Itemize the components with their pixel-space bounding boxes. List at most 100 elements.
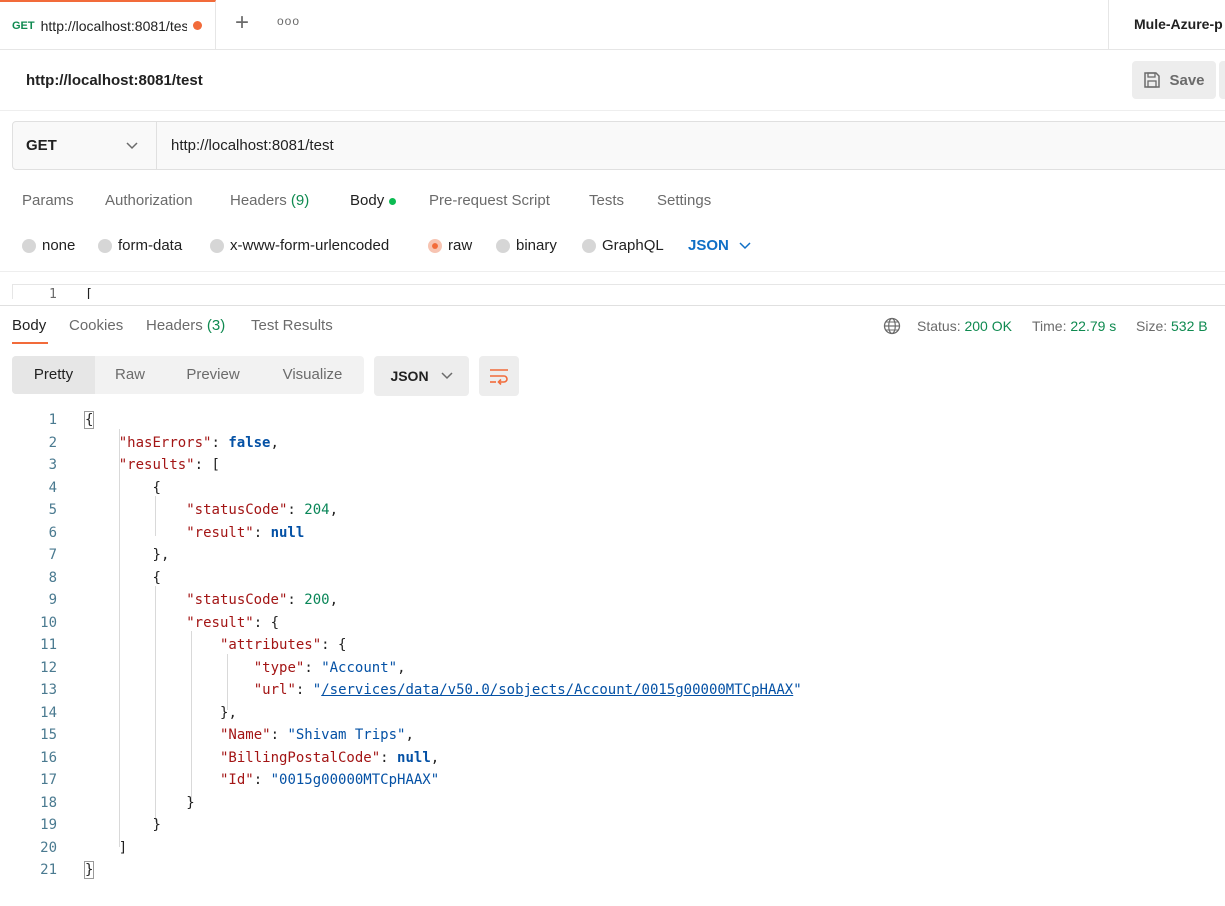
tab-authorization[interactable]: Authorization [105, 192, 193, 209]
radio-icon [22, 238, 36, 253]
body-mode-none[interactable]: none [22, 237, 75, 254]
request-tab[interactable]: GET http://localhost:8081/test [0, 0, 216, 49]
code-text: ] [118, 839, 128, 856]
line-number: 7 [48, 547, 57, 563]
more-tabs-icon[interactable]: ooo [277, 14, 300, 28]
save-button[interactable]: Save [1132, 61, 1216, 99]
view-preview[interactable]: Preview [165, 356, 261, 394]
tab-params[interactable]: Params [22, 192, 74, 209]
radio-icon [210, 238, 224, 253]
body-mode-binary[interactable]: binary [496, 237, 557, 254]
response-tab-body[interactable]: Body [12, 317, 46, 334]
code-line: 15 "Name": "Shivam Trips", [0, 724, 1225, 746]
tab-body[interactable]: Body [350, 192, 397, 209]
request-tab-title: http://localhost:8081/test [40, 17, 187, 34]
code-text: }, [152, 547, 170, 563]
code-text: "results": [ [118, 457, 220, 473]
code-line: 12 "type": "Account", [0, 657, 1225, 679]
code-line: 7 }, [0, 544, 1225, 566]
code-line: 21} [0, 859, 1225, 881]
code-line: 10 "result": { [0, 612, 1225, 634]
line-number: 1 [48, 412, 57, 428]
radio-selected-icon [428, 238, 442, 253]
code-line: 11 "attributes": { [0, 634, 1225, 656]
line-number: 5 [48, 502, 57, 518]
code-text: } [186, 794, 195, 811]
wrap-lines-icon [490, 369, 508, 385]
response-time[interactable]: Time: 22.79 s [1032, 318, 1116, 334]
line-number: 20 [40, 839, 57, 856]
code-text: }, [220, 704, 237, 721]
line-number: 15 [40, 727, 57, 743]
chevron-down-icon [739, 241, 751, 249]
active-tab-underline [12, 342, 48, 344]
line-number: 4 [48, 479, 57, 496]
code-text: } [83, 861, 95, 879]
response-format-select[interactable]: JSON [374, 356, 469, 396]
divider [0, 271, 1225, 272]
line-number: 16 [40, 749, 57, 766]
environment-selector[interactable]: Mule-Azure-p [1134, 16, 1223, 32]
line-number: 12 [40, 659, 57, 676]
code-text: "attributes": { [220, 637, 347, 653]
url-input[interactable]: http://localhost:8081/test [171, 137, 334, 154]
new-tab-icon[interactable]: + [232, 11, 252, 36]
view-raw[interactable]: Raw [95, 356, 165, 394]
code-text: { [152, 479, 161, 496]
tab-tests[interactable]: Tests [589, 192, 624, 209]
response-tab-cookies[interactable]: Cookies [69, 317, 123, 334]
save-button-label: Save [1169, 71, 1205, 89]
view-visualize[interactable]: Visualize [261, 356, 364, 394]
code-line: 3 "results": [ [0, 454, 1225, 476]
globe-icon[interactable] [883, 317, 901, 335]
code-text: { [83, 411, 95, 429]
code-text: "hasErrors": false, [118, 434, 279, 451]
code-text: "Name": "Shivam Trips", [220, 727, 414, 743]
body-mode-graphql[interactable]: GraphQL [582, 237, 664, 254]
code-text: } [152, 817, 161, 833]
wrap-lines-button[interactable] [479, 356, 519, 396]
view-pretty[interactable]: Pretty [12, 356, 95, 394]
code-text: { [152, 569, 161, 586]
response-status[interactable]: Status: 200 OK [917, 318, 1012, 334]
code-text: "url": "/services/data/v50.0/sobjects/Ac… [253, 682, 802, 698]
response-size[interactable]: Size: 532 B [1136, 318, 1208, 334]
line-number: 6 [48, 524, 57, 541]
body-language-select[interactable]: JSON [688, 237, 751, 254]
radio-icon [582, 238, 596, 253]
radio-icon [496, 238, 510, 253]
chevron-down-icon [441, 372, 453, 380]
request-title: http://localhost:8081/test [26, 72, 203, 89]
code-text: "result": null [186, 524, 305, 541]
request-body-editor[interactable]: 1 [ [12, 284, 1225, 299]
body-mode-urlencoded[interactable]: x-www-form-urlencoded [210, 237, 389, 254]
divider [0, 305, 1225, 306]
tab-headers[interactable]: Headers (9) [230, 192, 309, 209]
code-line: 5 "statusCode": 204, [0, 499, 1225, 521]
line-number: 13 [40, 682, 57, 698]
method-value: GET [26, 137, 57, 154]
response-tab-test-results[interactable]: Test Results [251, 317, 333, 334]
line-number: 9 [48, 592, 57, 608]
code-line: 2 "hasErrors": false, [0, 432, 1225, 454]
code-line: 16 "BillingPostalCode": null, [0, 747, 1225, 769]
code-line: 20 ] [0, 837, 1225, 859]
code-line: 6 "result": null [0, 522, 1225, 544]
response-tab-headers[interactable]: Headers (3) [146, 317, 225, 334]
line-number: 10 [40, 614, 57, 631]
line-number: 14 [40, 704, 57, 721]
code-line: 18 } [0, 792, 1225, 814]
line-number: 17 [40, 772, 57, 788]
line-number: 3 [48, 457, 57, 473]
body-mode-raw[interactable]: raw [428, 237, 472, 254]
code-line: 1{ [0, 409, 1225, 431]
tab-settings[interactable]: Settings [657, 192, 711, 209]
code-line: 13 "url": "/services/data/v50.0/sobjects… [0, 679, 1225, 701]
radio-icon [98, 238, 112, 253]
tab-pre-request-script[interactable]: Pre-request Script [429, 192, 550, 209]
save-options-button[interactable] [1219, 61, 1225, 99]
code-text: "BillingPostalCode": null, [220, 749, 440, 766]
body-mode-form-data[interactable]: form-data [98, 237, 182, 254]
method-select[interactable]: GET [12, 121, 157, 170]
line-number: 11 [40, 637, 57, 653]
